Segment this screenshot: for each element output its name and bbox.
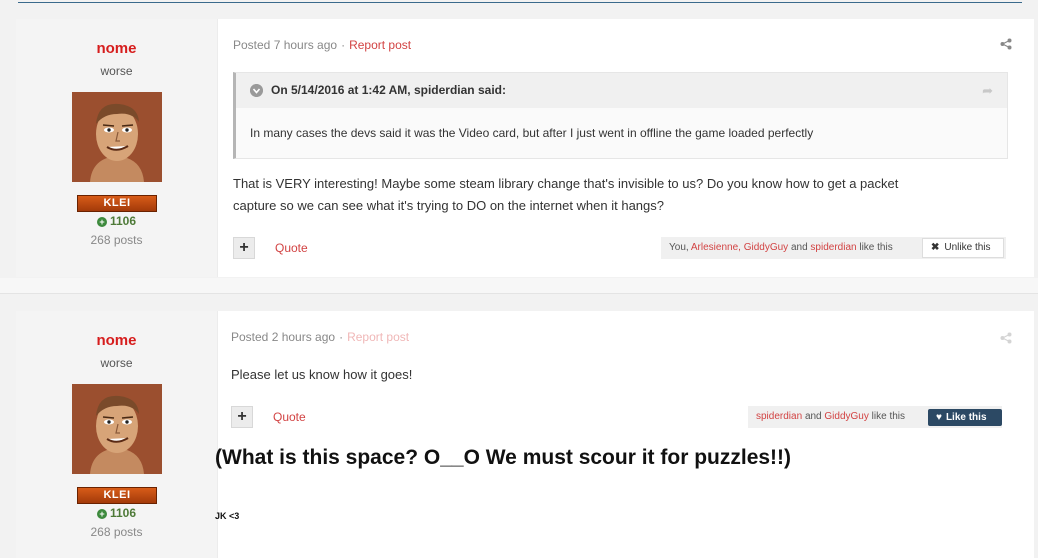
multiquote-button[interactable]: + bbox=[231, 406, 253, 428]
liker-link[interactable]: Arlesienne, bbox=[691, 242, 741, 253]
share-icon[interactable] bbox=[1000, 38, 1012, 50]
reputation-plus-icon: + bbox=[96, 509, 107, 519]
reputation: +1106 bbox=[16, 506, 217, 520]
report-post-link[interactable]: Report post bbox=[349, 38, 411, 52]
post-meta: Posted 7 hours ago · Report post bbox=[233, 38, 411, 52]
content-line: That is VERY interesting! Maybe some ste… bbox=[233, 176, 899, 191]
quote-citation: On 5/14/2016 at 1:42 AM, spiderdian said… bbox=[271, 83, 506, 97]
quote-button[interactable]: Quote bbox=[275, 241, 308, 255]
forum-post: nome worse KLEI +1106 268 posts bbox=[16, 311, 1034, 558]
klei-badge: KLEI bbox=[77, 195, 157, 212]
post-content: Please let us know how it goes! bbox=[231, 364, 412, 386]
liker-link[interactable]: GiddyGuy bbox=[824, 411, 868, 422]
posted-time: Posted 2 hours ago bbox=[231, 330, 336, 344]
plus-icon: + bbox=[237, 408, 247, 425]
klei-badge: KLEI bbox=[77, 487, 157, 504]
author-title: worse bbox=[100, 356, 133, 370]
liker-link[interactable]: spiderdian bbox=[810, 242, 856, 253]
post-count: 268 posts bbox=[90, 525, 143, 539]
liker-link[interactable]: GiddyGuy bbox=[744, 242, 788, 253]
author-name[interactable]: nome bbox=[16, 40, 217, 57]
avatar[interactable] bbox=[72, 92, 162, 182]
author-name[interactable]: nome bbox=[16, 332, 217, 349]
content-line: Please let us know how it goes! bbox=[231, 367, 413, 382]
author-title: worse bbox=[100, 64, 133, 78]
heart-icon: ♥ bbox=[936, 412, 942, 423]
meta-separator: · bbox=[341, 38, 346, 52]
reply-icon[interactable]: ➦ bbox=[982, 83, 993, 99]
avatar[interactable] bbox=[72, 384, 162, 474]
report-post-link[interactable]: Report post bbox=[347, 330, 409, 344]
multiquote-button[interactable]: + bbox=[233, 237, 255, 259]
post-separator bbox=[0, 278, 1038, 294]
share-icon[interactable] bbox=[1000, 332, 1012, 344]
reputation: +1106 bbox=[16, 214, 217, 228]
post-count: 268 posts bbox=[90, 233, 143, 247]
like-button[interactable]: ♥ Like this bbox=[928, 409, 1002, 426]
quote-block: On 5/14/2016 at 1:42 AM, spiderdian said… bbox=[233, 72, 1008, 159]
forum-post: nome worse KLEI +1106 268 posts bbox=[16, 19, 1034, 277]
liker-link[interactable]: spiderdian bbox=[756, 411, 802, 422]
author-panel: nome worse KLEI +1106 268 posts bbox=[16, 19, 218, 277]
post-meta: Posted 2 hours ago · Report post bbox=[231, 330, 409, 344]
close-icon: ✖ bbox=[931, 242, 940, 253]
divider bbox=[0, 293, 1038, 294]
top-divider bbox=[18, 2, 1022, 3]
quote-button[interactable]: Quote bbox=[273, 410, 306, 424]
author-panel: nome worse KLEI +1106 268 posts bbox=[16, 311, 218, 558]
posted-time: Posted 7 hours ago bbox=[233, 38, 338, 52]
reputation-plus-icon: + bbox=[96, 217, 107, 227]
chevron-down-icon[interactable] bbox=[250, 84, 263, 97]
meta-separator: · bbox=[339, 330, 344, 344]
annotation-small-text: JK <3 bbox=[215, 511, 240, 521]
post-content: That is VERY interesting! Maybe some ste… bbox=[233, 173, 898, 217]
quote-header: On 5/14/2016 at 1:42 AM, spiderdian said… bbox=[236, 73, 1007, 108]
unlike-button[interactable]: ✖ Unlike this bbox=[922, 238, 1004, 258]
quote-body: In many cases the devs said it was the V… bbox=[250, 126, 814, 140]
content-line: capture so we can see what it's trying t… bbox=[233, 198, 664, 213]
annotation-text: (What is this space? O__O We must scour … bbox=[215, 446, 792, 469]
plus-icon: + bbox=[239, 239, 249, 256]
